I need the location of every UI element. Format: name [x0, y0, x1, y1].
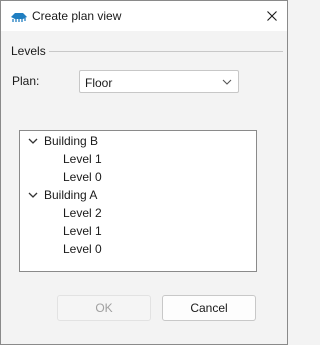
tree-node-level[interactable]: Level 0	[63, 240, 102, 258]
expand-chevron-icon[interactable]	[28, 137, 38, 145]
tree-node-label: Building B	[44, 134, 99, 148]
close-button[interactable]	[257, 1, 287, 31]
group-divider	[49, 51, 283, 52]
chevron-down-icon	[222, 79, 232, 85]
tree-node-label: Building A	[44, 188, 98, 202]
cancel-button[interactable]: Cancel	[162, 295, 256, 321]
close-icon	[267, 11, 277, 21]
levels-tree[interactable]: Building B Level 1 Level 0 Building A Le…	[19, 130, 257, 272]
plan-dropdown-value: Floor	[85, 76, 113, 90]
tree-node-level[interactable]: Level 1	[63, 222, 102, 240]
tree-node-level[interactable]: Level 2	[63, 204, 102, 222]
plan-view-app-icon	[11, 13, 27, 22]
tree-node-building-a[interactable]: Building A	[20, 186, 256, 204]
levels-group-label: Levels	[11, 44, 46, 58]
tree-node-level[interactable]: Level 0	[63, 168, 102, 186]
create-plan-view-dialog: Create plan view Levels Plan: Floor Buil…	[0, 0, 288, 345]
tree-node-level[interactable]: Level 1	[63, 150, 102, 168]
plan-label: Plan:	[12, 74, 40, 88]
ok-button[interactable]: OK	[57, 295, 151, 321]
plan-dropdown[interactable]: Floor	[79, 70, 239, 93]
ok-button-label: OK	[95, 301, 113, 315]
window-title: Create plan view	[32, 9, 122, 23]
tree-node-building-b[interactable]: Building B	[20, 132, 256, 150]
title-bar: Create plan view	[1, 1, 287, 31]
expand-chevron-icon[interactable]	[28, 191, 38, 199]
cancel-button-label: Cancel	[190, 301, 228, 315]
